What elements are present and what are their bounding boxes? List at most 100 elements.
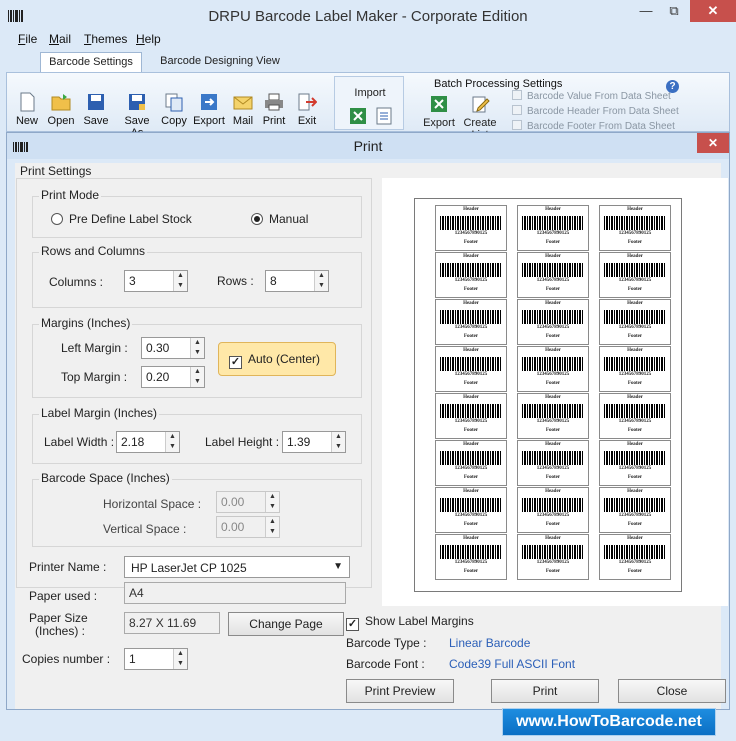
menu-themes[interactable]: Themes	[84, 32, 127, 46]
print-dialog-button[interactable]: Print	[491, 679, 599, 703]
left-margin-up-arrow-icon[interactable]: ▲	[191, 338, 204, 348]
close-window-button[interactable]: ✕	[690, 0, 736, 22]
top-margin-down-arrow-icon[interactable]: ▼	[191, 377, 204, 387]
top-margin-arrows[interactable]: ▲ ▼	[190, 367, 204, 387]
help-icon[interactable]: ?	[666, 80, 679, 93]
printer-name-select[interactable]: HP LaserJet CP 1025 ▼	[124, 556, 350, 578]
preview-label-value: 1234567890125	[536, 466, 570, 471]
import-list-icon[interactable]	[375, 107, 393, 125]
label-height-arrows[interactable]: ▲ ▼	[331, 432, 345, 452]
preview-label: Header 1234567890125 Footer	[599, 440, 671, 486]
menu-help[interactable]: Help	[136, 32, 161, 46]
vertical-space-value: 0.00	[221, 520, 245, 534]
save-button[interactable]: Save	[79, 92, 113, 127]
chevron-down-icon[interactable]: ▼	[333, 561, 343, 572]
change-page-button[interactable]: Change Page	[228, 612, 344, 636]
batch-option-value-checkbox[interactable]	[512, 90, 522, 100]
maximize-button[interactable]: ⧉	[660, 0, 688, 22]
open-button[interactable]: Open	[44, 92, 78, 127]
radio-pre-define-label-stock[interactable]: Pre Define Label Stock	[51, 212, 192, 226]
copies-up-arrow-icon[interactable]: ▲	[174, 649, 187, 659]
batch-option-header-checkbox[interactable]	[512, 105, 522, 115]
radio-manual-indicator[interactable]	[251, 213, 263, 225]
horizontal-space-arrows[interactable]: ▲ ▼	[265, 492, 279, 512]
exit-button[interactable]: Exit	[290, 92, 324, 127]
columns-up-arrow-icon[interactable]: ▲	[174, 271, 187, 281]
radio-pre-define-indicator[interactable]	[51, 213, 63, 225]
menu-file[interactable]: File	[18, 32, 37, 46]
preview-label-footer: Footer	[545, 381, 561, 386]
preview-label: Header 1234567890125 Footer	[599, 534, 671, 580]
batch-option-value[interactable]: Barcode Value From Data Sheet	[512, 90, 671, 102]
batch-option-footer-checkbox[interactable]	[512, 120, 522, 130]
rows-spinner-arrows[interactable]: ▲ ▼	[314, 271, 328, 291]
top-margin-spinner[interactable]: 0.20 ▲ ▼	[141, 366, 205, 388]
copies-number-spinner[interactable]: 1 ▲ ▼	[124, 648, 188, 670]
tab-barcode-designing-view[interactable]: Barcode Designing View	[150, 52, 290, 72]
copies-arrows[interactable]: ▲ ▼	[173, 649, 187, 669]
print-button[interactable]: Print	[257, 92, 291, 127]
label-width-spinner[interactable]: 2.18 ▲ ▼	[116, 431, 180, 453]
horizontal-space-up-arrow-icon[interactable]: ▲	[266, 492, 279, 502]
show-label-margins-toggle[interactable]: ✓ Show Label Margins	[346, 614, 474, 631]
print-preview-button[interactable]: Print Preview	[346, 679, 454, 703]
label-height-up-arrow-icon[interactable]: ▲	[332, 432, 345, 442]
exit-icon	[298, 93, 317, 111]
top-margin-up-arrow-icon[interactable]: ▲	[191, 367, 204, 377]
preview-label-value: 1234567890125	[536, 231, 570, 236]
preview-label-value: 1234567890125	[618, 560, 652, 565]
preview-label-header: Header	[463, 442, 479, 447]
horizontal-space-spinner[interactable]: 0.00 ▲ ▼	[216, 491, 280, 513]
rows-down-arrow-icon[interactable]: ▼	[315, 281, 328, 291]
new-button[interactable]: New	[10, 92, 44, 127]
auto-center-toggle[interactable]: ✓ Auto (Center)	[218, 342, 336, 376]
label-width-up-arrow-icon[interactable]: ▲	[166, 432, 179, 442]
vertical-space-up-arrow-icon[interactable]: ▲	[266, 517, 279, 527]
horizontal-space-value: 0.00	[221, 495, 245, 509]
export-button[interactable]: Export	[192, 92, 226, 127]
label-height-spinner[interactable]: 1.39 ▲ ▼	[282, 431, 346, 453]
menu-mail[interactable]: Mail	[49, 32, 71, 46]
import-excel-icon[interactable]	[349, 107, 367, 125]
horizontal-space-down-arrow-icon[interactable]: ▼	[266, 502, 279, 512]
radio-manual[interactable]: Manual	[251, 212, 308, 226]
copy-icon	[165, 93, 183, 112]
columns-spinner-arrows[interactable]: ▲ ▼	[173, 271, 187, 291]
batch-export-button[interactable]: Export	[422, 94, 456, 129]
auto-center-checkbox[interactable]: ✓	[229, 356, 242, 369]
vertical-space-down-arrow-icon[interactable]: ▼	[266, 527, 279, 537]
preview-label: Header 1234567890125 Footer	[517, 393, 589, 439]
preview-label-header: Header	[545, 489, 561, 494]
rows-spinner[interactable]: 8 ▲ ▼	[265, 270, 329, 292]
show-label-margins-checkbox[interactable]: ✓	[346, 618, 359, 631]
preview-label: Header 1234567890125 Footer	[599, 393, 671, 439]
columns-down-arrow-icon[interactable]: ▼	[174, 281, 187, 291]
batch-option-header[interactable]: Barcode Header From Data Sheet	[512, 105, 679, 117]
tab-barcode-settings[interactable]: Barcode Settings	[40, 52, 142, 72]
print-mode-group: Print Mode Pre Define Label Stock Manual	[32, 188, 362, 238]
rows-up-arrow-icon[interactable]: ▲	[315, 271, 328, 281]
label-height-down-arrow-icon[interactable]: ▼	[332, 442, 345, 452]
label-width-arrows[interactable]: ▲ ▼	[165, 432, 179, 452]
mail-button[interactable]: Mail	[226, 92, 260, 127]
copy-button[interactable]: Copy	[157, 92, 191, 127]
preview-label-footer: Footer	[463, 428, 479, 433]
preview-label: Header 1234567890125 Footer	[517, 205, 589, 251]
label-preview-panel: Header 1234567890125 Footer Header 123456789…	[382, 178, 728, 606]
preview-label-header: Header	[627, 348, 643, 353]
left-margin-spinner[interactable]: 0.30 ▲ ▼	[141, 337, 205, 359]
left-margin-down-arrow-icon[interactable]: ▼	[191, 348, 204, 358]
minimize-button[interactable]: —	[632, 0, 660, 22]
columns-spinner[interactable]: 3 ▲ ▼	[124, 270, 188, 292]
batch-option-footer[interactable]: Barcode Footer From Data Sheet	[512, 120, 675, 132]
close-dialog-button[interactable]: Close	[618, 679, 726, 703]
vertical-space-spinner[interactable]: 0.00 ▲ ▼	[216, 516, 280, 538]
rows-label: Rows :	[217, 274, 254, 288]
dialog-close-button[interactable]: ✕	[697, 133, 729, 153]
preview-label-footer: Footer	[545, 428, 561, 433]
main-tabs: Barcode Settings Barcode Designing View	[0, 50, 736, 72]
label-width-down-arrow-icon[interactable]: ▼	[166, 442, 179, 452]
copies-down-arrow-icon[interactable]: ▼	[174, 659, 187, 669]
left-margin-arrows[interactable]: ▲ ▼	[190, 338, 204, 358]
vertical-space-arrows[interactable]: ▲ ▼	[265, 517, 279, 537]
